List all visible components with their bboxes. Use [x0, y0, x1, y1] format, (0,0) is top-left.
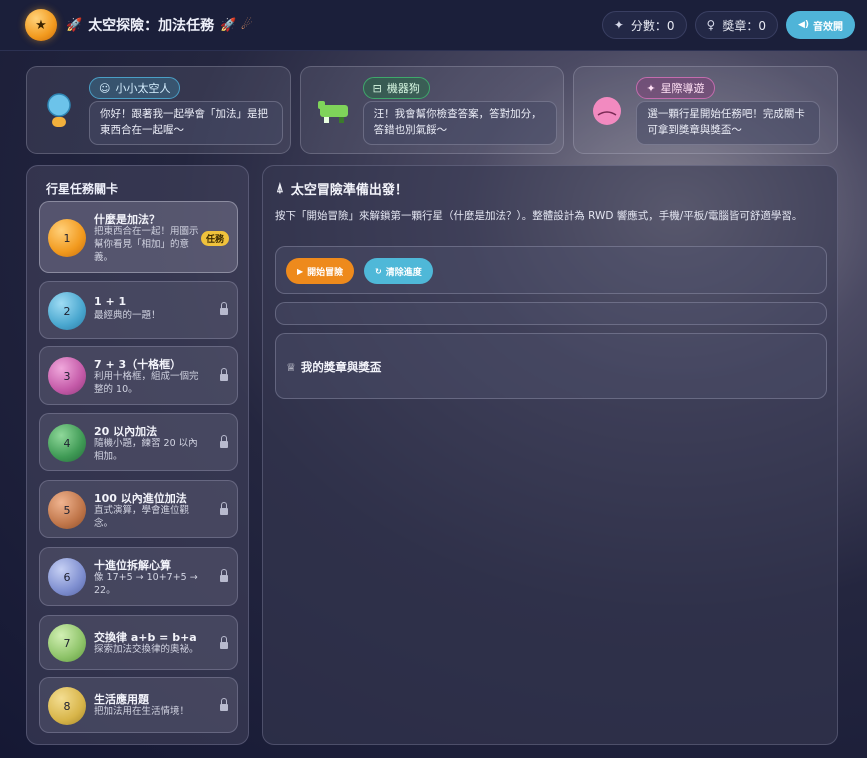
- planet-orb-icon: 3: [48, 357, 86, 395]
- lock-icon: [220, 698, 228, 712]
- level-desc: 像 17+5 → 10+7+5 → 22。: [94, 572, 198, 596]
- character-tag-label: 星際導遊: [660, 82, 705, 95]
- lock-icon: [220, 502, 228, 516]
- planet-orb-icon: 6: [48, 558, 86, 596]
- guide-avatar-icon: [593, 97, 622, 125]
- lock-icon: [220, 302, 228, 316]
- character-cards: ☺ 小小太空人 你好！跟著我一起學會「加法」是把東西合在一起喔～ ⊟ 機器狗 汪…: [26, 66, 839, 154]
- star-logo-icon: ★: [25, 9, 57, 41]
- character-card-astronaut: ☺ 小小太空人 你好！跟著我一起學會「加法」是把東西合在一起喔～: [26, 66, 291, 154]
- awards-section: ♕ 我的獎章與獎盃: [275, 333, 827, 399]
- sparkle-icon: ✦: [646, 81, 656, 95]
- level-desc: 探索加法交換律的奧祕。: [94, 644, 199, 655]
- start-adventure-label: 開始冒險: [307, 267, 344, 278]
- level-desc: 最經典的一題！: [94, 310, 161, 321]
- main-intro-text: 按下「開始冒險」來解鎖第一顆行星（什麼是加法？）。整體設計為 RWD 響應式，手…: [275, 210, 803, 222]
- awards-title-text: 我的獎章與獎盃: [300, 360, 382, 374]
- top-bar: ★ 🚀 太空探險：加法任務 🚀 ☄ ✦ 分數：0 ♀ 獎章：0 ◀) 音效開: [0, 0, 867, 51]
- character-tag-guide: ✦ 星際導遊: [636, 77, 715, 99]
- level-item-3[interactable]: 3 7 + 3（十格框） 利用十格框，組成一個完整的 10。: [39, 346, 238, 405]
- planet-orb-icon: 2: [48, 292, 86, 330]
- lock-icon: [220, 569, 228, 583]
- character-tag-label: 小小太空人: [115, 82, 171, 95]
- lock-icon: [220, 368, 228, 382]
- main-title: ⍋ 太空冒險準備出發！: [276, 179, 408, 198]
- main-title-text: 太空冒險準備出發！: [290, 183, 408, 198]
- sound-toggle-button[interactable]: ◀) 音效開: [785, 11, 855, 39]
- astronaut-avatar-icon: [47, 93, 71, 127]
- action-box: ▶ 開始冒險 ↻ 清除進度: [275, 246, 827, 294]
- character-card-guide: ✦ 星際導遊 選一顆行星開始任務吧！完成關卡可拿到獎章與獎盃～: [573, 66, 839, 154]
- robot-dog-avatar-icon: [317, 101, 348, 123]
- level-item-7[interactable]: 7 交換律 a+b = b+a 探索加法交換律的奧祕。: [39, 615, 238, 670]
- character-tag-robot-dog: ⊟ 機器狗: [362, 77, 430, 99]
- medal-label: 獎章：0: [722, 18, 766, 33]
- level-sidebar: 行星任務關卡 1 什麼是加法？ 把東西合在一起！用圖示幫你看見「相加」的意義。 …: [26, 165, 249, 745]
- planet-orb-icon: 4: [48, 424, 86, 462]
- speaker-icon: ◀): [797, 20, 809, 30]
- awards-title: ♕ 我的獎章與獎盃: [286, 359, 381, 375]
- planet-orb-icon: 5: [48, 491, 86, 529]
- planet-orb-icon: 8: [48, 687, 86, 725]
- trophy-icon: ♕: [286, 360, 296, 374]
- character-speech-bubble: 你好！跟著我一起學會「加法」是把東西合在一起喔～: [89, 101, 283, 145]
- rocket-icon: 🚀: [66, 17, 83, 33]
- main-panel: ⍋ 太空冒險準備出發！ 按下「開始冒險」來解鎖第一顆行星（什麼是加法？）。整體設…: [262, 165, 838, 745]
- score-label: 分數：0: [630, 18, 675, 33]
- level-item-4[interactable]: 4 20 以內加法 隨機小題，練習 20 以內相加。: [39, 413, 238, 471]
- refresh-icon: ↻: [375, 266, 382, 276]
- level-desc: 把東西合在一起！用圖示幫你看見「相加」的意義。: [94, 226, 199, 263]
- character-speech-bubble: 汪！我會幫你檢查答案，答對加分，答錯也別氣餒～: [362, 101, 557, 145]
- lock-icon: [220, 435, 228, 449]
- character-tag-astronaut: ☺ 小小太空人: [89, 77, 181, 99]
- start-adventure-button[interactable]: ▶ 開始冒險: [286, 258, 355, 284]
- robot-icon: ⊟: [372, 81, 382, 95]
- medal-pill: ♀ 獎章：0: [694, 11, 778, 39]
- level-name: 1 + 1: [94, 295, 127, 308]
- smile-icon: ☺: [99, 81, 111, 95]
- planet-orb-icon: 7: [48, 624, 86, 662]
- level-desc: 隨機小題，練習 20 以內相加。: [94, 438, 198, 462]
- sidebar-title: 行星任務關卡: [46, 182, 119, 196]
- level-item-6[interactable]: 6 十進位拆解心算 像 17+5 → 10+7+5 → 22。: [39, 547, 238, 606]
- medal-icon: ♀: [706, 18, 716, 32]
- app-title-text: 太空探險：加法任務: [88, 18, 215, 34]
- planet-orb-icon: 1: [48, 219, 86, 257]
- rocket-icon: ⍋: [276, 181, 284, 196]
- level-item-5[interactable]: 5 100 以內進位加法 直式演算，學會進位觀念。: [39, 480, 238, 538]
- sound-toggle-label: 音效開: [813, 21, 843, 33]
- character-speech-bubble: 選一顆行星開始任務吧！完成關卡可拿到獎章與獎盃～: [636, 101, 821, 145]
- score-pill: ✦ 分數：0: [601, 11, 687, 39]
- mission-badge: 任務: [200, 231, 229, 246]
- level-item-1[interactable]: 1 什麼是加法？ 把東西合在一起！用圖示幫你看見「相加」的意義。 任務: [39, 201, 238, 273]
- level-desc: 直式演算，學會進位觀念。: [94, 505, 190, 529]
- app-title: 🚀 太空探險：加法任務 🚀 ☄: [66, 15, 253, 35]
- level-item-8[interactable]: 8 生活應用題 把加法用在生活情境！: [39, 677, 238, 733]
- character-card-robot-dog: ⊟ 機器狗 汪！我會幫你檢查答案，答對加分，答錯也別氣餒～: [299, 66, 565, 154]
- sparkle-icon: ✦: [613, 18, 624, 32]
- rocket-comet-decor-icon: 🚀 ☄: [220, 17, 253, 33]
- clear-progress-button[interactable]: ↻ 清除進度: [364, 258, 433, 284]
- play-icon: ▶: [297, 266, 304, 276]
- character-tag-label: 機器狗: [386, 82, 420, 95]
- level-desc: 利用十格框，組成一個完整的 10。: [94, 371, 199, 395]
- progress-bar-area: [275, 302, 827, 325]
- clear-progress-label: 清除進度: [385, 267, 422, 278]
- level-item-2[interactable]: 2 1 + 1 最經典的一題！: [39, 281, 238, 339]
- level-desc: 把加法用在生活情境！: [94, 706, 190, 717]
- lock-icon: [220, 636, 228, 650]
